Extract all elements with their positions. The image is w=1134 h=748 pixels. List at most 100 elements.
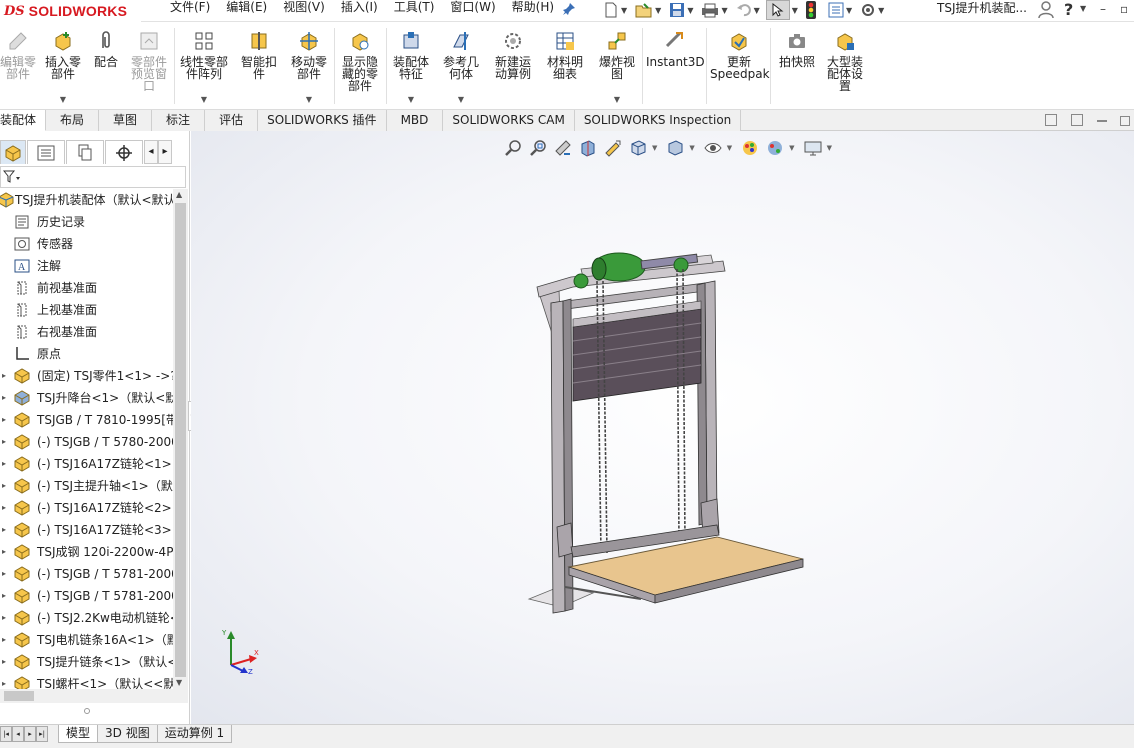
panel-scroll-left-icon[interactable]: ◂ [144, 140, 158, 164]
expand-arrow-icon[interactable]: ▸ [2, 629, 6, 651]
chevron-down-icon[interactable]: ▼ [40, 94, 86, 106]
tab-markup[interactable]: 标注 [152, 110, 206, 131]
expand-arrow-icon[interactable]: ▸ [2, 409, 6, 431]
panel-splitter-handle[interactable] [84, 708, 90, 714]
expand-arrow-icon[interactable]: ▸ [2, 387, 6, 409]
display-style-icon[interactable] [664, 137, 686, 159]
last-tab-icon[interactable]: ▸| [36, 726, 48, 742]
expand-arrow-icon[interactable]: ▸ [2, 519, 6, 541]
tree-item-component[interactable]: ▸ TSJ电机链条16A<1>（默 [0, 629, 173, 651]
first-tab-icon[interactable]: |◂ [0, 726, 12, 742]
tab-assembly[interactable]: 装配体 [0, 110, 47, 131]
previous-tab-icon[interactable]: ◂ [12, 726, 24, 742]
tree-item-right-plane[interactable]: 右视基准面 [0, 321, 173, 343]
scroll-thumb[interactable] [4, 691, 34, 701]
chevron-down-icon[interactable]: ▼ [621, 6, 627, 15]
component-preview-window-button[interactable]: 零部件 预览窗 口 [126, 30, 172, 92]
open-icon[interactable] [635, 2, 653, 18]
tree-item-history[interactable]: 历史记录 [0, 211, 173, 233]
scroll-up-icon[interactable]: ▲ [176, 190, 182, 199]
move-component-button[interactable]: 移动零 部件 ▼ [286, 30, 332, 106]
edit-component-button[interactable]: 编辑零 部件 [0, 30, 36, 80]
tab-evaluate[interactable]: 评估 [205, 110, 259, 131]
chevron-down-icon[interactable]: ▼ [727, 144, 732, 152]
hoist-assembly-model[interactable] [521, 241, 821, 621]
expand-arrow-icon[interactable]: ▸ [2, 497, 6, 519]
chevron-down-icon[interactable]: ▼ [438, 94, 484, 106]
insert-components-button[interactable]: 插入零 部件 ▼ [40, 30, 86, 106]
tree-item-component[interactable]: ▸ TSJ升降台<1>（默认<默认 [0, 387, 173, 409]
tree-item-component[interactable]: ▸ (-) TSJGB / T 5781-2000 [0, 563, 173, 585]
reference-geometry-button[interactable]: 参考几 何体 ▼ [438, 30, 484, 106]
chevron-down-icon[interactable]: ▼ [176, 94, 232, 106]
configurationmanager-tab[interactable] [66, 140, 104, 164]
menu-insert[interactable]: 插入(I) [341, 0, 386, 22]
menu-edit[interactable]: 编辑(E) [226, 0, 275, 22]
tree-item-component[interactable]: ▸ (-) TSJGB / T 5780-2000 [0, 431, 173, 453]
previous-view-icon[interactable] [552, 137, 574, 159]
menu-file[interactable]: 文件(F) [170, 0, 218, 22]
tree-item-component[interactable]: ▸ (-) TSJGB / T 5781-2000 [0, 585, 173, 607]
graphics-area[interactable]: ▼ ▼ ▼ ▼ ▼ Y X Z [191, 131, 1134, 726]
instant3d-button[interactable]: Instant3D [646, 30, 705, 68]
tree-item-component[interactable]: ▸ TSJGB / T 7810-1995[带 [0, 409, 173, 431]
tab-solidworks-addins[interactable]: SOLIDWORKS 插件 [258, 110, 387, 131]
chevron-down-icon[interactable]: ▼ [286, 94, 332, 106]
chevron-down-icon[interactable]: ▼ [388, 94, 434, 106]
menu-window[interactable]: 窗口(W) [450, 0, 503, 22]
zoom-to-fit-icon[interactable] [502, 137, 524, 159]
expand-arrow-icon[interactable]: ▸ [2, 585, 6, 607]
restore-document-icon[interactable] [1120, 116, 1130, 126]
options-icon[interactable] [860, 2, 876, 18]
select-button[interactable] [765, 0, 790, 20]
scroll-down-icon[interactable]: ▼ [176, 678, 182, 687]
section-view-icon[interactable] [577, 137, 599, 159]
chevron-down-icon[interactable]: ▼ [687, 6, 693, 15]
tab-solidworks-cam[interactable]: SOLIDWORKS CAM [443, 110, 575, 131]
tab-solidworks-inspection[interactable]: SOLIDWORKS Inspection [574, 110, 742, 131]
tree-item-component[interactable]: ▸ (-) TSJ2.2Kw电动机链轮< [0, 607, 173, 629]
edit-appearance-icon[interactable] [739, 137, 761, 159]
dynamic-annotation-icon[interactable] [602, 137, 624, 159]
tree-item-component[interactable]: ▸ (-) TSJ16A17Z链轮<3>（ [0, 519, 173, 541]
chevron-down-icon[interactable]: ▼ [789, 144, 794, 152]
menu-view[interactable]: 视图(V) [283, 0, 333, 22]
view-orientation-icon[interactable] [627, 137, 649, 159]
expand-arrow-icon[interactable]: ▸ [2, 365, 6, 387]
user-account-icon[interactable] [1038, 1, 1054, 19]
expand-arrow-icon[interactable]: ▸ [2, 651, 6, 673]
chevron-down-icon[interactable]: ▼ [754, 6, 760, 15]
menu-help[interactable]: 帮助(H) [512, 0, 562, 22]
tree-horizontal-scrollbar[interactable] [0, 689, 188, 703]
tree-item-component[interactable]: ▸ TSJ提升链条<1>（默认< [0, 651, 173, 673]
tab-model[interactable]: 模型 [58, 725, 99, 743]
large-assembly-settings-button[interactable]: 大型装 配体设 置 [822, 30, 868, 92]
solidworks-logo[interactable]: DS SOLIDWORKS [0, 0, 141, 22]
next-window-icon[interactable] [1071, 114, 1083, 126]
exploded-view-button[interactable]: 爆炸视 图 ▼ [594, 30, 640, 106]
show-hidden-components-button[interactable]: 显示隐 藏的零 部件 [336, 30, 384, 92]
expand-arrow-icon[interactable]: ▸ [2, 453, 6, 475]
expand-arrow-icon[interactable]: ▸ [2, 607, 6, 629]
tree-item-component[interactable]: ▸ TSJ成钢 120i-2200w-4P- [0, 541, 173, 563]
chevron-down-icon[interactable]: ▼ [594, 94, 640, 106]
smart-fasteners-button[interactable]: 智能扣 件 [236, 30, 282, 80]
previous-window-icon[interactable] [1045, 114, 1057, 126]
expand-arrow-icon[interactable]: ▸ [2, 541, 6, 563]
undo-icon[interactable] [736, 2, 752, 18]
update-speedpak-button[interactable]: 更新 Speedpak [710, 30, 770, 80]
tree-root-assembly[interactable]: TSJ提升机装配体（默认<默认 [0, 189, 173, 211]
mate-button[interactable]: 配合 [88, 30, 124, 68]
featuremanager-tab[interactable] [0, 140, 26, 164]
tree-item-component[interactable]: ▸ TSJ螺杆<1>（默认<<默认 [0, 673, 173, 689]
scroll-thumb[interactable] [175, 203, 186, 677]
bill-of-materials-button[interactable]: 材料明 细表 [542, 30, 588, 80]
tree-item-component[interactable]: ▸ (-) TSJ16A17Z链轮<1>（ [0, 453, 173, 475]
view-settings-icon[interactable] [802, 137, 824, 159]
restore-icon[interactable]: ▫ [1120, 2, 1128, 16]
tree-item-annotations[interactable]: A 注解 [0, 255, 173, 277]
rebuild-icon[interactable] [805, 1, 816, 19]
tree-item-component[interactable]: ▸ (-) TSJ主提升轴<1>（默认 [0, 475, 173, 497]
panel-scroll-right-icon[interactable]: ▸ [158, 140, 172, 164]
tree-item-front-plane[interactable]: 前视基准面 [0, 277, 173, 299]
